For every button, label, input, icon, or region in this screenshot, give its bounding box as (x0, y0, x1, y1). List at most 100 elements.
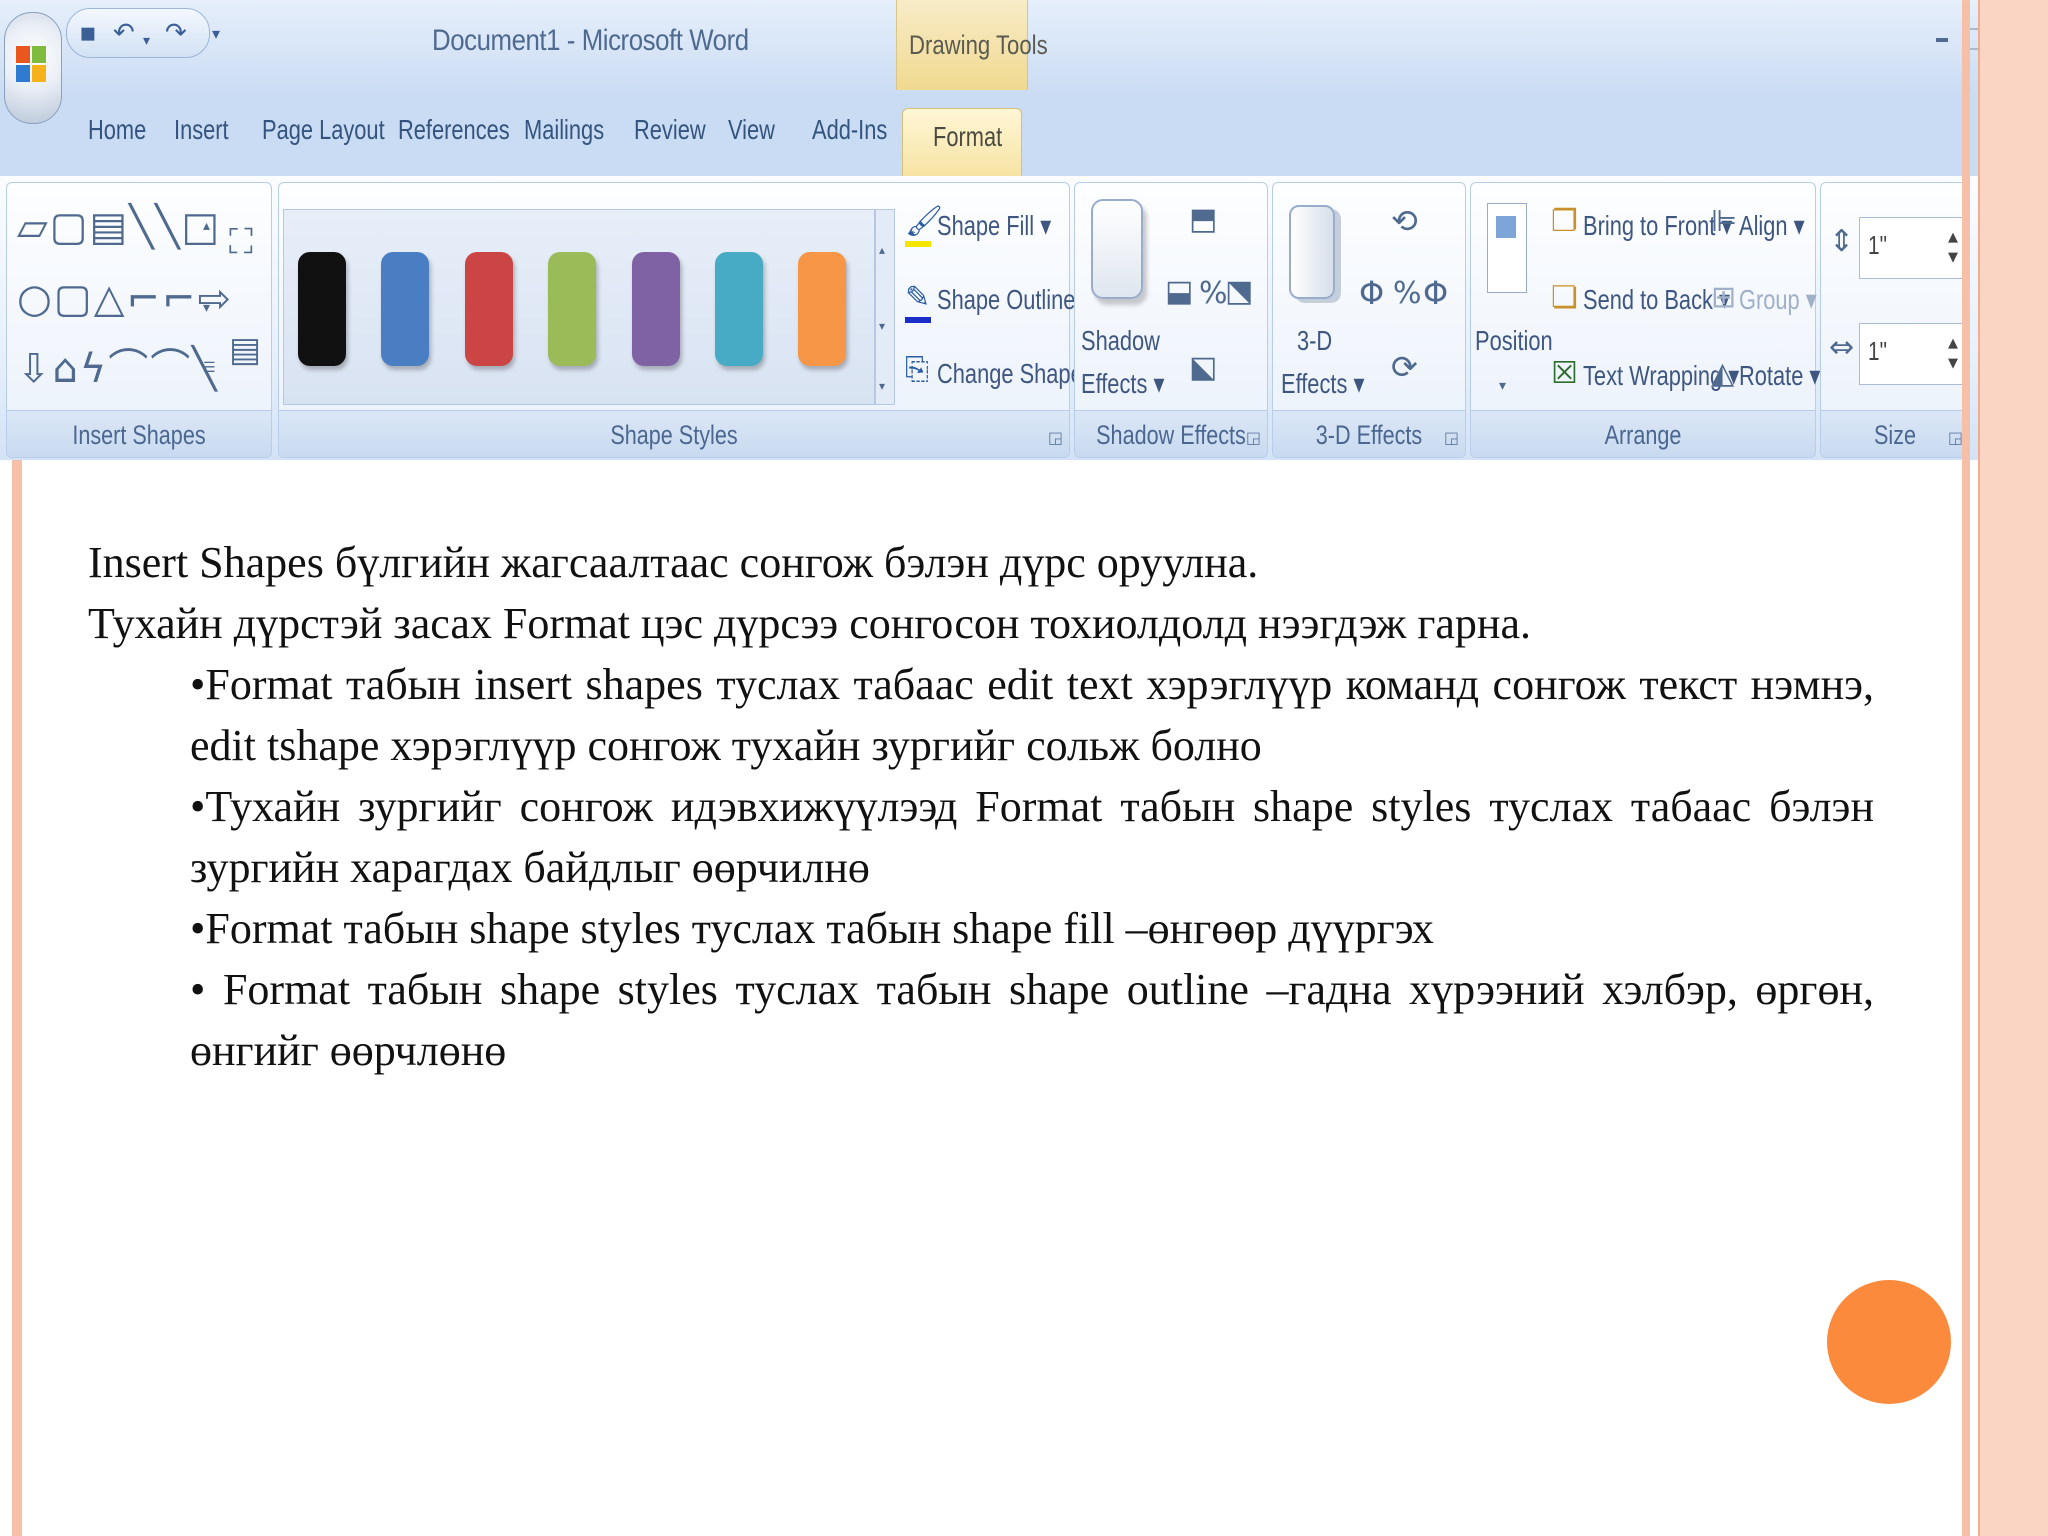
slide-frame-left-border (12, 460, 22, 1536)
style-swatch-blue[interactable] (381, 252, 429, 366)
edit-text-icon[interactable]: ▤ (229, 333, 261, 367)
minimize-icon[interactable] (1936, 38, 1948, 42)
align-icon[interactable]: ⊫ (1711, 207, 1737, 237)
3d-effects-line1[interactable]: 3-D (1297, 325, 1332, 357)
office-logo-icon (16, 46, 46, 84)
shadow-effects-icon[interactable] (1091, 199, 1143, 299)
drawing-tools-context-header: Drawing Tools (896, 0, 1048, 90)
size-launcher-icon[interactable]: ◲ (1948, 428, 1963, 447)
3d-effects-launcher-icon[interactable]: ◲ (1444, 428, 1459, 447)
shadow-effects-line2-button[interactable]: Effects ▾ (1081, 367, 1164, 400)
position-picture-icon (1496, 216, 1516, 238)
tab-review[interactable]: Review (634, 114, 706, 146)
3d-on-off-icon[interactable]: % (1393, 279, 1422, 309)
gallery-scrollbar[interactable]: ▴ ▾ ▾ (875, 209, 895, 405)
save-icon[interactable]: ▪ (79, 19, 97, 47)
slide-line-1: Insert Shapes бүлгийн жагсаалтаас сонгож… (88, 538, 1259, 587)
word-ribbon-screenshot: ▪ ↶ ▾ ↷ ▾ Document1 - Microsoft Word Dra… (0, 0, 1978, 460)
decorative-orange-circle (1827, 1280, 1951, 1404)
text-wrapping-label: Text Wrapping (1583, 360, 1723, 391)
shapes-scroll-up-icon[interactable]: ▴ (203, 219, 210, 233)
change-shape-icon[interactable]: ⎘ (905, 355, 929, 385)
bring-to-front-icon[interactable]: ❐ (1551, 207, 1578, 237)
3d-effects-icon[interactable] (1289, 205, 1335, 299)
position-dropdown-icon[interactable]: ▾ (1499, 379, 1506, 393)
style-swatch-orange[interactable] (798, 252, 846, 366)
group-shape-styles: ▴ ▾ ▾ 🖌 Shape Fill ▾ ✎ Shape Outline ▾ ⎘… (278, 182, 1100, 458)
shapes-scroll-down-icon[interactable]: ▾ (203, 301, 210, 315)
gallery-down-icon[interactable]: ▾ (879, 320, 885, 332)
group-icon[interactable]: ⊞ (1711, 283, 1736, 313)
shape-outline-button[interactable]: Shape Outline ▾ (937, 283, 1092, 316)
slide-line-2: Тухайн дүрстэй засах Format цэс дүрсээ с… (88, 599, 1531, 648)
shadow-effects-line1[interactable]: Shadow (1081, 325, 1160, 357)
tilt-right-icon[interactable]: Φ (1423, 277, 1448, 309)
shadow-effects-launcher-icon[interactable]: ◲ (1246, 428, 1261, 447)
shape-outline-icon[interactable]: ✎ (905, 283, 930, 313)
rotate-button[interactable]: Rotate ▾ (1739, 359, 1820, 392)
send-to-back-button[interactable]: Send to Back ▾ (1583, 283, 1730, 316)
shadow-on-off-icon[interactable]: % (1199, 279, 1228, 309)
tab-page-layout[interactable]: Page Layout (262, 114, 385, 146)
edit-shape-icon[interactable]: ⛶ (229, 225, 253, 259)
nudge-shadow-down-icon[interactable]: ⬕ (1189, 353, 1217, 383)
text-wrapping-icon[interactable]: ☒ (1551, 359, 1578, 389)
nudge-shadow-left-icon[interactable]: ⬓ (1165, 277, 1193, 307)
tab-mailings[interactable]: Mailings (524, 114, 604, 146)
tab-view[interactable]: View (728, 114, 775, 146)
group-shadow-effects: Shadow Effects ▾ ⬒ ⬓ % ⬔ ⬕ Shadow Effect… (1074, 182, 1268, 458)
tab-insert[interactable]: Insert (174, 114, 229, 146)
tilt-up-icon[interactable]: ⟲ (1391, 205, 1418, 237)
nudge-shadow-right-icon[interactable]: ⬔ (1225, 277, 1253, 307)
quick-access-toolbar: ▪ ↶ ▾ ↷ (66, 8, 210, 58)
shapes-row-1-icon[interactable]: ▱▢▤╲╲□ (17, 207, 221, 247)
tab-add-ins[interactable]: Add-Ins (812, 114, 887, 146)
gallery-more-icon[interactable]: ▾ (879, 380, 885, 392)
style-swatch-green[interactable] (548, 252, 596, 366)
tilt-left-icon[interactable]: Φ (1359, 277, 1384, 309)
slide-frame-right-panel (1978, 0, 2048, 1536)
bring-to-front-button[interactable]: Bring to Front ▾ (1583, 209, 1732, 242)
shape-fill-button[interactable]: Shape Fill ▾ (937, 209, 1051, 242)
shapes-more-icon[interactable]: ☰ (203, 361, 216, 375)
change-shape-label: Change Shape (937, 358, 1083, 389)
shape-styles-label-bar: Shape Styles ◲ (279, 410, 1069, 457)
shape-height-input[interactable]: 1" ▲ ▼ (1859, 217, 1965, 279)
shapes-row-2-icon[interactable]: ○▢△⌐⌐⇨ (17, 279, 233, 319)
send-to-back-icon[interactable]: ❏ (1551, 283, 1578, 313)
shape-width-icon: ⇔ (1829, 330, 1855, 365)
style-swatch-black[interactable] (298, 252, 346, 366)
3d-effects-line2-button[interactable]: Effects ▾ (1281, 367, 1364, 400)
position-icon[interactable] (1487, 203, 1527, 293)
align-button[interactable]: Align ▾ (1739, 209, 1805, 242)
tab-format[interactable]: Format (902, 108, 1022, 178)
shape-fill-color-bar (905, 241, 931, 247)
group-label-3d-effects: 3-D Effects (1315, 420, 1423, 450)
style-swatch-red[interactable] (465, 252, 513, 366)
tab-home[interactable]: Home (88, 114, 146, 146)
shape-styles-launcher-icon[interactable]: ◲ (1048, 428, 1063, 447)
style-swatch-aqua[interactable] (715, 252, 763, 366)
gallery-up-icon[interactable]: ▴ (879, 244, 885, 256)
slide-body-text: Insert Shapes бүлгийн жагсаалтаас сонгож… (88, 532, 1874, 1081)
shape-width-input[interactable]: 1" ▲ ▼ (1859, 323, 1965, 385)
rotate-icon[interactable]: ◭ (1711, 359, 1734, 389)
undo-dropdown-icon[interactable]: ▾ (143, 27, 150, 55)
shape-styles-gallery[interactable] (283, 209, 875, 405)
customize-qat-icon[interactable]: ▾ (212, 24, 220, 43)
style-swatch-purple[interactable] (632, 252, 680, 366)
window-title: Document1 - Microsoft Word (432, 24, 749, 57)
nudge-shadow-up-icon[interactable]: ⬒ (1189, 205, 1217, 235)
tilt-down-icon[interactable]: ⟳ (1391, 351, 1418, 383)
group-button[interactable]: Group ▾ (1739, 283, 1817, 316)
redo-icon[interactable]: ↷ (165, 19, 187, 47)
shape-outline-label: Shape Outline (937, 284, 1076, 315)
undo-icon[interactable]: ↶ (113, 19, 135, 47)
shadow-effects-label-bar: Shadow Effects ◲ (1075, 410, 1267, 457)
position-button[interactable]: Position (1475, 325, 1553, 357)
width-spinner-icon[interactable]: ▲ ▼ (1948, 334, 1958, 374)
height-spinner-icon[interactable]: ▲ ▼ (1948, 228, 1958, 268)
shape-fill-label: Shape Fill (937, 210, 1035, 241)
shapes-row-3-icon[interactable]: ⇩⌂ϟ⌒⌒╲ (17, 349, 218, 389)
tab-references[interactable]: References (398, 114, 510, 146)
